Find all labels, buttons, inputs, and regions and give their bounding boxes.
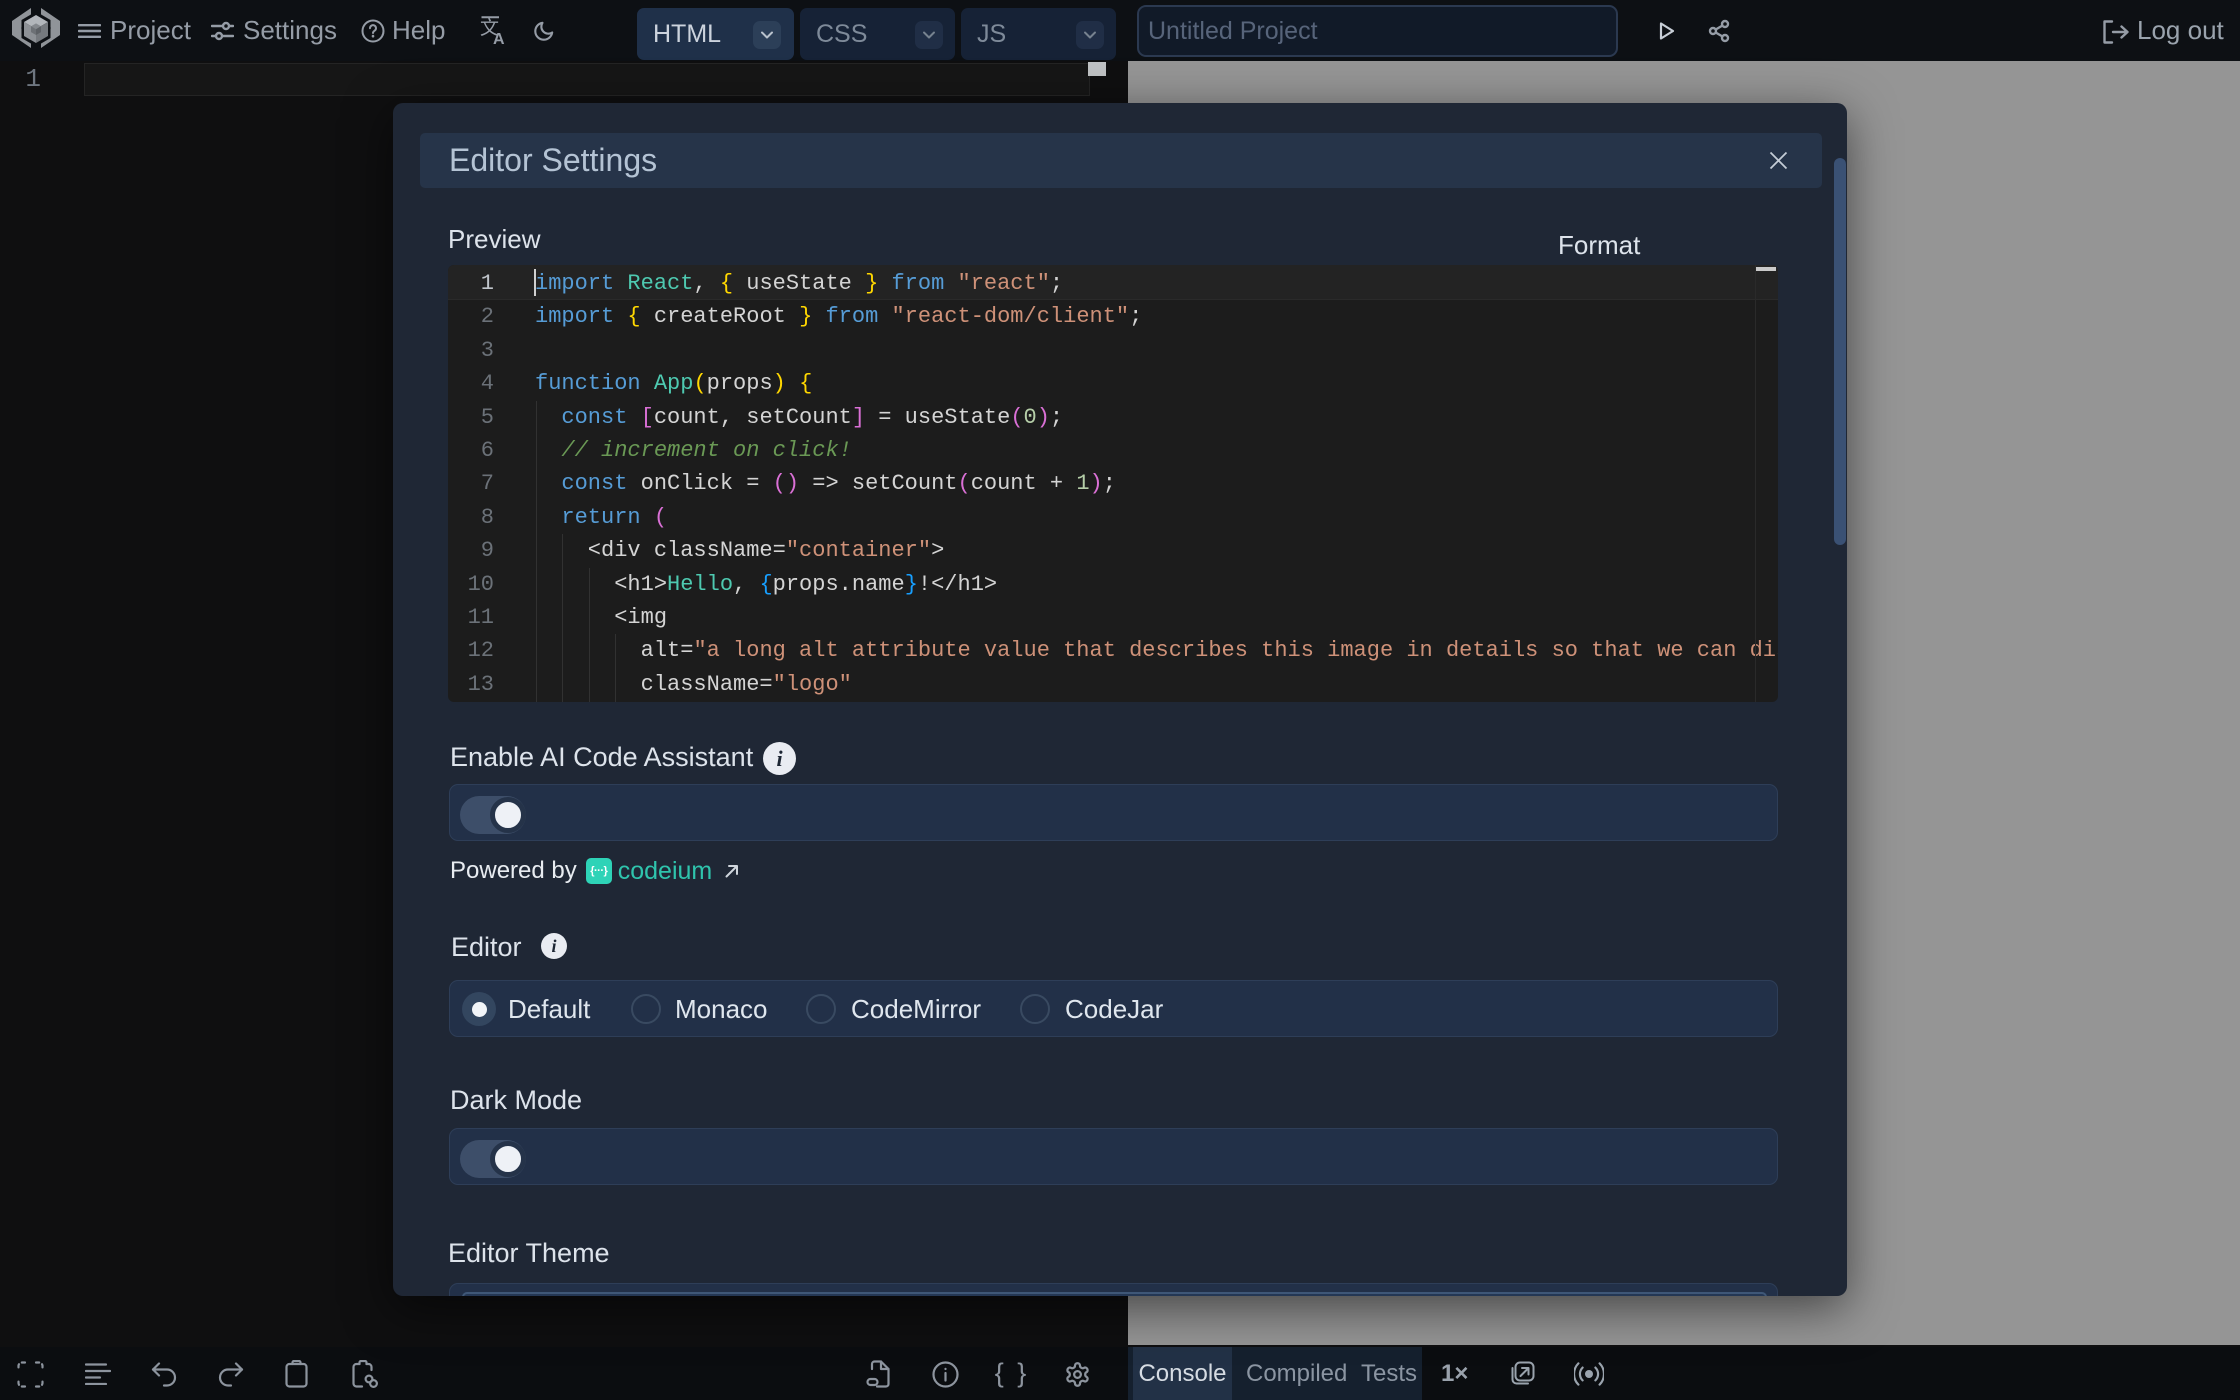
svg-text:A: A: [493, 31, 505, 45]
